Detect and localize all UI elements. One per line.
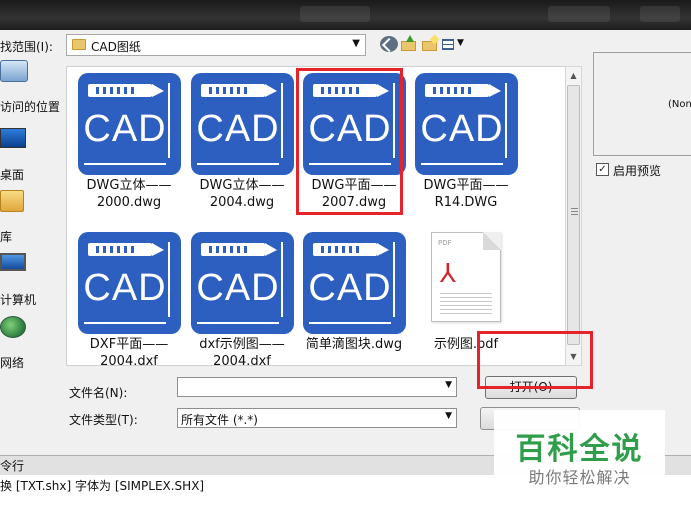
- file-name-label: 文件名(N):: [69, 386, 128, 400]
- folder-icon: [72, 39, 86, 50]
- file-item[interactable]: CAD DWG立体—— 2004.dwg: [183, 69, 295, 214]
- place-label: 访问的位置: [0, 100, 61, 114]
- checkbox-checked-icon[interactable]: ✓: [596, 163, 609, 176]
- file-name-input[interactable]: ▼: [177, 377, 457, 397]
- look-in-value: CAD图纸: [91, 40, 141, 54]
- chevron-down-icon[interactable]: ▼: [445, 411, 452, 421]
- places-bar: 访问的位置 桌面 库 计算机 网络: [0, 60, 62, 370]
- place-computer[interactable]: 计算机: [0, 253, 62, 308]
- title-bar-segment: [548, 6, 610, 22]
- file-type-label: 文件类型(T):: [69, 413, 138, 427]
- title-bar-segment: [300, 6, 370, 22]
- file-type-select[interactable]: 所有文件 (*.*) ▼: [177, 408, 457, 428]
- file-type-value: 所有文件 (*.*): [181, 413, 258, 427]
- place-label: 网络: [0, 356, 25, 370]
- scroll-up-icon[interactable]: ▲: [566, 67, 581, 84]
- up-folder-icon[interactable]: [401, 35, 419, 52]
- highlight-box-open-button: [477, 331, 593, 389]
- file-name: DXF平面—— 2004.dxf: [89, 337, 169, 366]
- preview-placeholder: (Non: [668, 99, 691, 110]
- library-icon: [0, 190, 24, 212]
- look-in-combo[interactable]: CAD图纸 ▼: [66, 34, 366, 56]
- enable-preview-label: 启用预览: [613, 164, 662, 178]
- place-label: 库: [0, 230, 13, 244]
- file-name: DWG立体—— 2000.dwg: [86, 178, 172, 210]
- cad-file-icon: CAD: [303, 232, 406, 334]
- watermark-logo: 百科全说 助你轻松解决: [494, 410, 665, 500]
- scroll-thumb[interactable]: [567, 85, 580, 345]
- command-line-text: 换 [TXT.shx] 字体为 [SIMPLEX.SHX]: [0, 479, 205, 493]
- open-file-dialog: 找范围(I): CAD图纸 ▼ ▼ 访问的位置 桌面 库 计算机 网络 CAD …: [0, 30, 691, 455]
- place-desktop[interactable]: 桌面: [0, 128, 62, 183]
- title-bar-segment: [640, 6, 680, 22]
- cad-file-icon: CAD: [78, 232, 181, 334]
- app-title-bar: [0, 0, 691, 30]
- computer-icon: [0, 253, 26, 271]
- chevron-down-icon[interactable]: ▼: [445, 380, 452, 390]
- place-label: 桌面: [0, 168, 25, 182]
- file-name: dxf示例图—— 2004.dxf: [199, 337, 285, 366]
- file-item[interactable]: CAD DWG平面—— R14.DWG: [407, 69, 519, 214]
- cad-file-icon: CAD: [191, 232, 294, 334]
- cad-file-icon: CAD: [78, 73, 181, 175]
- chevron-down-icon: ▼: [352, 38, 360, 49]
- file-name: 简单滴图块.dwg: [305, 337, 403, 352]
- highlight-box-selected-file: [296, 68, 403, 215]
- network-icon: [0, 316, 26, 338]
- pdf-file-icon: PDF ⅄: [431, 232, 501, 322]
- cad-file-icon: CAD: [191, 73, 294, 175]
- cad-file-icon: CAD: [415, 73, 518, 175]
- new-folder-icon[interactable]: [422, 34, 440, 52]
- file-name: DWG平面—— R14.DWG: [423, 178, 509, 210]
- preview-pane: (Non: [593, 52, 691, 156]
- place-recent[interactable]: 访问的位置: [0, 60, 62, 115]
- desktop-icon: [0, 128, 26, 148]
- file-name: DWG立体—— 2004.dwg: [199, 178, 285, 210]
- file-list-scrollbar[interactable]: ▲ ▼: [565, 66, 582, 366]
- place-label: 计算机: [0, 293, 37, 307]
- recent-places-icon: [0, 60, 28, 82]
- views-menu-icon[interactable]: ▼: [442, 36, 468, 52]
- place-library[interactable]: 库: [0, 190, 62, 245]
- look-in-label: 找范围(I):: [0, 40, 53, 54]
- place-network[interactable]: 网络: [0, 316, 62, 371]
- file-item[interactable]: CAD 简单滴图块.dwg: [295, 228, 407, 365]
- back-icon[interactable]: [380, 36, 398, 52]
- file-item[interactable]: CAD dxf示例图—— 2004.dxf: [183, 228, 295, 365]
- file-item[interactable]: CAD DXF平面—— 2004.dxf: [70, 228, 182, 365]
- watermark-title: 百科全说: [515, 432, 644, 467]
- watermark-subtitle: 助你轻松解决: [528, 468, 631, 487]
- file-item[interactable]: CAD DWG立体—— 2000.dwg: [70, 69, 182, 214]
